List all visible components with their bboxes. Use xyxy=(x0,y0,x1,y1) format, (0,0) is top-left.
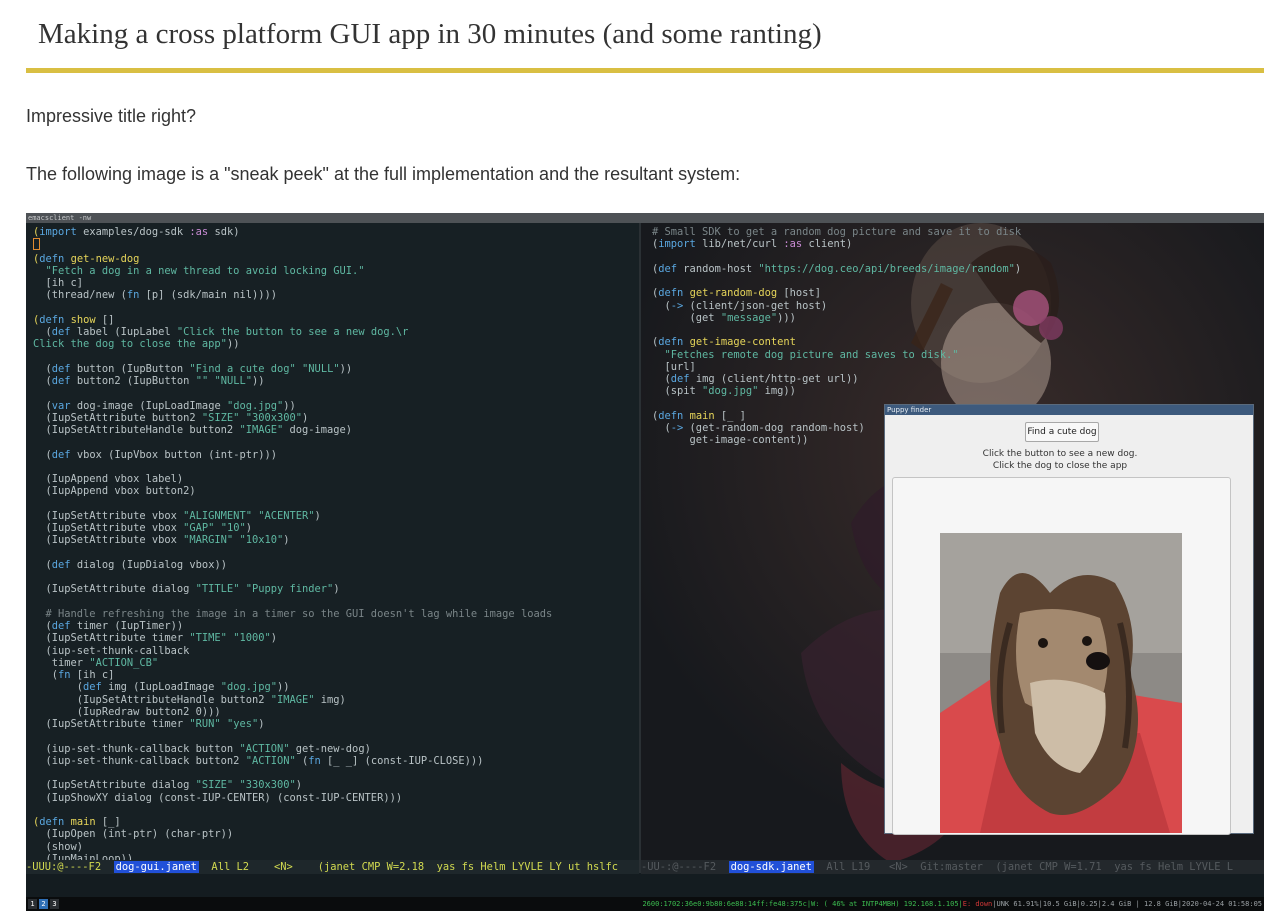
dog-photo xyxy=(940,533,1182,833)
find-dog-button[interactable]: Find a cute dog xyxy=(1025,422,1099,442)
left-editor-pane[interactable]: (import examples/dog-sdk :as sdk) (defn … xyxy=(26,223,639,873)
dog-gui-source-code: (import examples/dog-sdk :as sdk) (defn … xyxy=(33,226,553,865)
right-buffer-name[interactable]: dog-sdk.janet xyxy=(728,861,814,873)
right-modeline: -UU-:@----F2 dog-sdk.janet All L19 <N> G… xyxy=(641,860,1264,874)
left-modeline-info: All L2 <N> (janet CMP W=2.18 yas fs Helm… xyxy=(198,861,619,873)
workspace-3[interactable]: 3 xyxy=(50,899,59,909)
instruction-line-1: Click the button to see a new dog. xyxy=(982,449,1138,459)
status-bar: 1 2 3 2600:1702:36e0:9b80:6e88:14ff:fe48… xyxy=(26,897,1264,911)
workspace-2[interactable]: 2 xyxy=(39,899,48,909)
system-stats: |UNK 61.91%|10.5 GiB|0.25|2.4 GiB | 12.8… xyxy=(992,900,1262,908)
title-divider xyxy=(26,68,1264,73)
text-cursor xyxy=(33,238,40,251)
sneak-peek-paragraph: The following image is a "sneak peek" at… xyxy=(26,164,741,184)
article-title: Making a cross platform GUI app in 30 mi… xyxy=(38,18,822,50)
puppy-window-titlebar[interactable]: Puppy finder xyxy=(885,405,1253,415)
window-title: emacsclient -nw xyxy=(28,214,92,222)
editor-screenshot: emacsclient -nw (import examples/dog-sdk… xyxy=(26,213,1264,911)
window-titlebar: emacsclient -nw xyxy=(26,213,1264,223)
left-modeline-prefix: -UUU:@----F2 xyxy=(26,861,114,873)
workspace-1[interactable]: 1 xyxy=(28,899,37,909)
system-status: 2600:1702:36e0:9b80:6e88:14ff:fe48:375c|… xyxy=(642,897,1262,911)
instruction-line-2: Click the dog to close the app xyxy=(992,461,1128,471)
right-modeline-prefix: -UU-:@----F2 xyxy=(641,861,729,873)
puppy-finder-window: Puppy finder Find a cute dog Click the b… xyxy=(884,404,1254,835)
dog-image-button[interactable] xyxy=(892,477,1231,835)
puppy-window-title: Puppy finder xyxy=(887,406,932,414)
ethernet-status: E: down xyxy=(962,900,993,908)
intro-paragraph: Impressive title right? xyxy=(26,106,197,126)
right-modeline-info: All L19 <N> Git:master (janet CMP W=1.71… xyxy=(813,861,1234,873)
network-status: 2600:1702:36e0:9b80:6e88:14ff:fe48:375c|… xyxy=(642,900,963,908)
left-buffer-name[interactable]: dog-gui.janet xyxy=(113,861,199,873)
left-modeline: -UUU:@----F2 dog-gui.janet All L2 <N> (j… xyxy=(26,860,639,874)
instruction-label: Click the button to see a new dog. Click… xyxy=(885,448,1235,472)
